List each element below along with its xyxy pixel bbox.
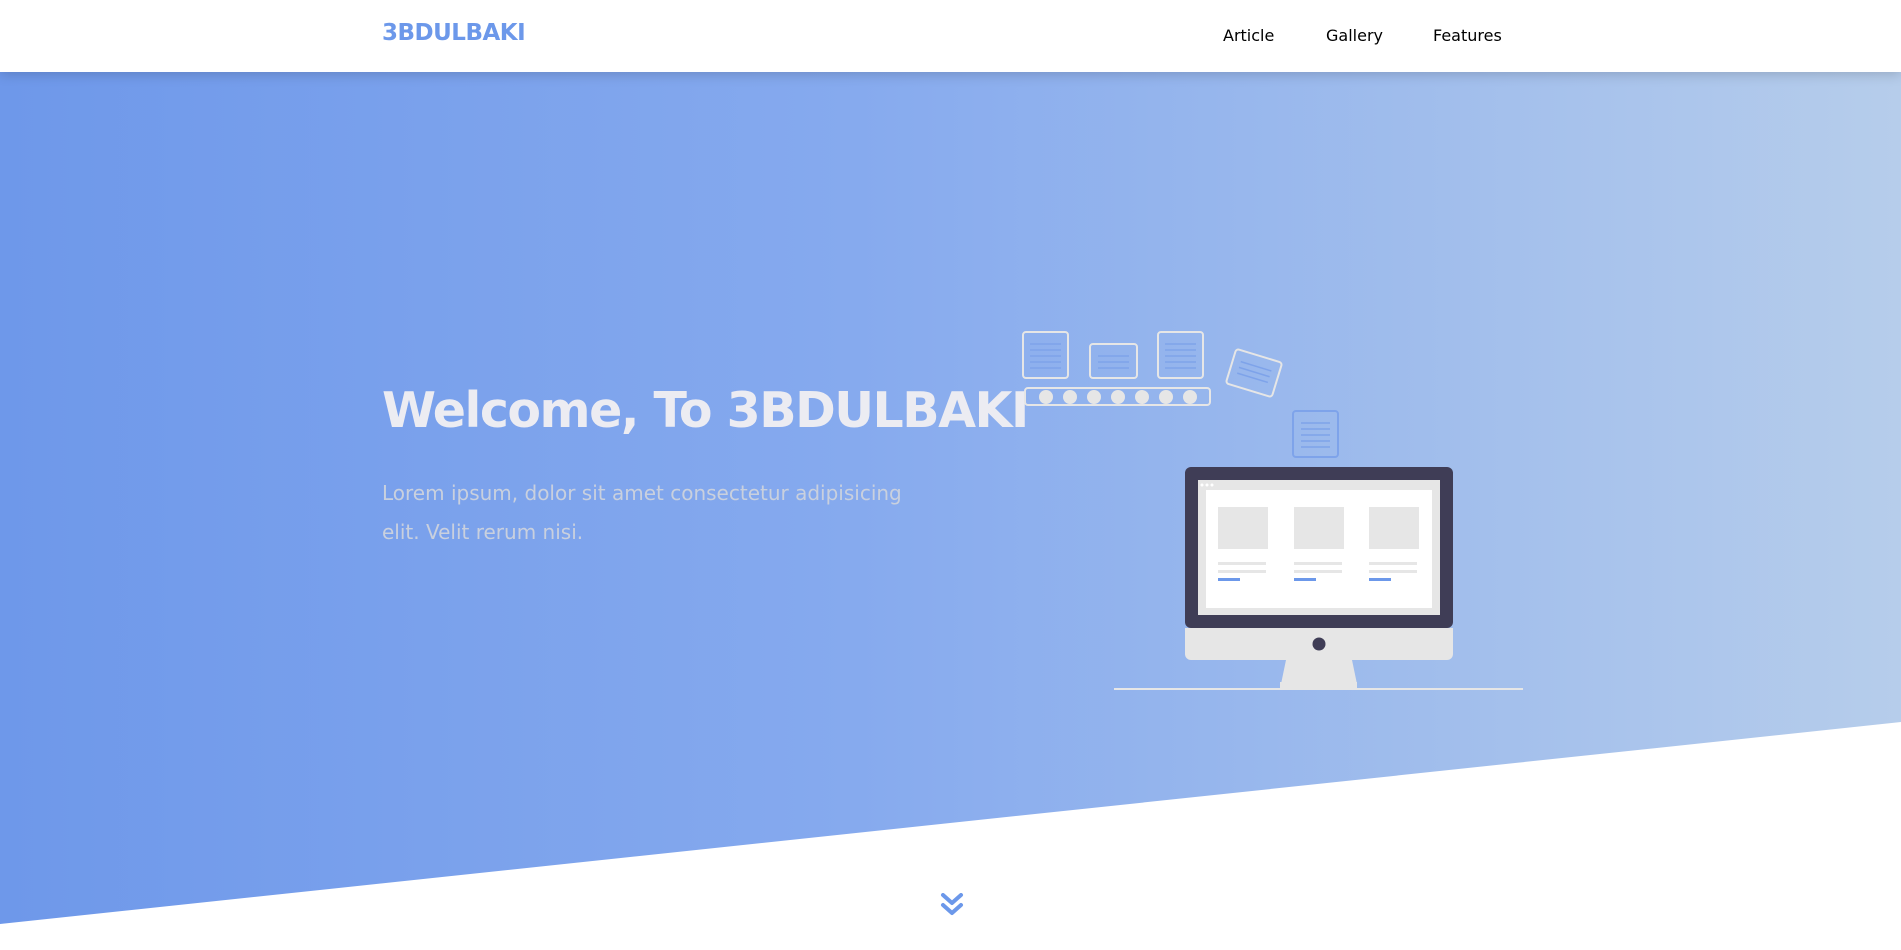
- screen-cards: [1218, 507, 1419, 573]
- conveyor-documents: [1022, 331, 1204, 379]
- monitor-button: [1312, 637, 1326, 651]
- nav-link-gallery[interactable]: Gallery: [1326, 26, 1383, 45]
- site-header: 3BDULBAKI Article Gallery Features: [0, 0, 1901, 72]
- monitor-stand: [1281, 660, 1357, 684]
- scroll-down-button[interactable]: [940, 893, 964, 919]
- hero-title: Welcome, To 3BDULBAKI: [382, 382, 1029, 439]
- monitor-conveyor-illustration: [1022, 331, 1523, 690]
- main-nav: Article Gallery Features: [0, 26, 1901, 50]
- nav-link-features[interactable]: Features: [1433, 26, 1502, 45]
- conveyor-rollers: [1039, 390, 1197, 404]
- flying-document: [1225, 348, 1283, 398]
- falling-document: [1292, 410, 1339, 458]
- nav-link-article[interactable]: Article: [1223, 26, 1274, 45]
- hero-section: Welcome, To 3BDULBAKI Lorem ipsum, dolor…: [0, 72, 1901, 924]
- double-chevron-down-icon: [941, 893, 963, 915]
- hero-description: Lorem ipsum, dolor sit amet consectetur …: [382, 481, 902, 544]
- document-lines: [1030, 343, 1196, 369]
